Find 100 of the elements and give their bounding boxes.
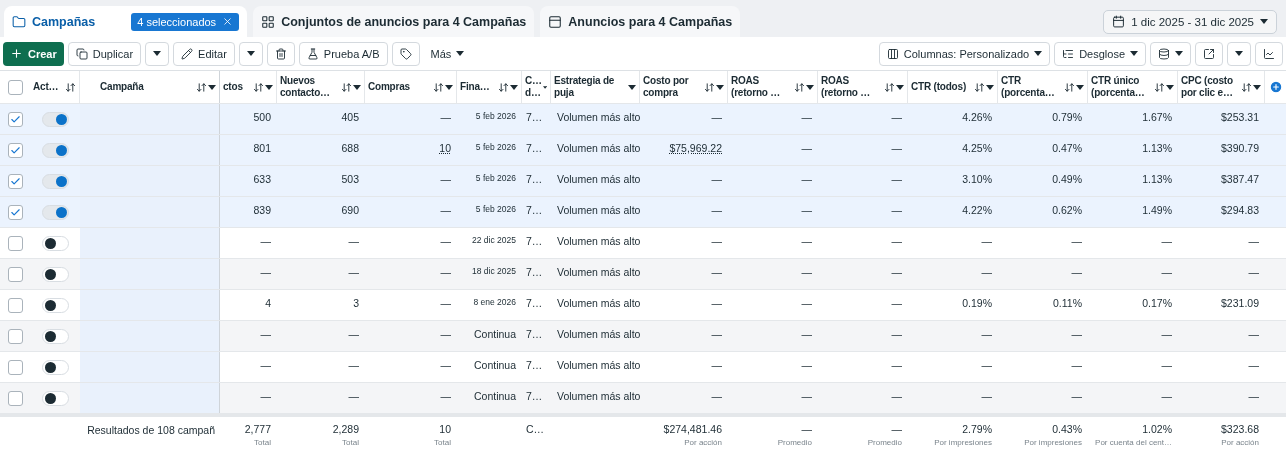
toggle-switch[interactable] [41, 235, 69, 251]
caret-icon[interactable] [896, 84, 904, 90]
table-cell: — [891, 390, 902, 402]
edit-button[interactable]: Editar [173, 41, 235, 66]
tab[interactable]: Conjuntos de anuncios para 4 Campañas [253, 6, 535, 37]
dropdown-button[interactable] [1227, 41, 1251, 66]
create-button[interactable]: Crear [3, 41, 64, 66]
caret-icon[interactable] [445, 84, 453, 90]
folder-icon [12, 14, 26, 29]
tab[interactable]: Campañas 4 seleccionados [4, 6, 248, 37]
sort-icon[interactable] [341, 81, 352, 93]
checkbox[interactable] [7, 204, 23, 220]
table-cell: 7… [526, 297, 543, 309]
table-cell: — [348, 390, 359, 402]
total-value: 0.43% [1052, 423, 1082, 435]
ab-test-button[interactable]: Prueba A/B [298, 41, 388, 66]
toggle-switch[interactable] [41, 111, 69, 127]
sort-icon[interactable] [704, 81, 715, 93]
caret-icon[interactable] [353, 84, 361, 90]
sort-icon[interactable] [884, 81, 895, 93]
checkbox[interactable] [7, 266, 23, 282]
database-button[interactable] [1150, 41, 1191, 66]
table-cell: — [981, 390, 992, 402]
table-cell: Volumen más alto [557, 235, 640, 247]
checkbox[interactable] [7, 111, 23, 127]
dropdown-button[interactable] [238, 41, 263, 66]
caret-icon[interactable] [1034, 51, 1043, 56]
caret-icon[interactable] [1175, 51, 1183, 56]
sort-icon[interactable] [253, 81, 264, 93]
table-cell: — [801, 204, 812, 216]
sort-icon[interactable] [498, 81, 509, 93]
sort-icon[interactable] [433, 81, 444, 93]
checkbox[interactable] [7, 235, 23, 251]
checkbox[interactable] [7, 359, 23, 375]
caret-icon[interactable] [1260, 19, 1268, 24]
toggle-switch[interactable] [41, 359, 69, 375]
table-cell: 1.13% [1142, 173, 1172, 185]
caret-icon[interactable] [510, 84, 518, 90]
column-label: Compras [368, 81, 411, 93]
caret-icon[interactable] [265, 84, 273, 90]
caret-icon[interactable] [456, 51, 465, 56]
caret-icon[interactable] [208, 84, 216, 90]
breakdown-button[interactable]: Desglose [1054, 41, 1146, 66]
caret-icon[interactable] [542, 84, 547, 90]
sort-icon[interactable] [1154, 81, 1165, 93]
caret-icon[interactable] [1166, 84, 1174, 90]
delete-button[interactable] [266, 41, 295, 66]
checkbox[interactable] [7, 173, 23, 189]
caret-icon[interactable] [1253, 84, 1261, 90]
table-cell: — [801, 142, 812, 154]
caret-icon[interactable] [1076, 84, 1084, 90]
sort-icon[interactable] [1241, 81, 1252, 93]
tab[interactable]: Anuncios para 4 Campañas [540, 6, 741, 37]
table-cell: — [440, 390, 451, 402]
table-cell: — [801, 173, 812, 185]
table-cell: — [711, 266, 722, 278]
toggle-switch[interactable] [41, 328, 69, 344]
toggle-switch[interactable] [41, 204, 69, 220]
checkbox[interactable] [7, 79, 23, 95]
grid-icon [261, 14, 276, 29]
table-cell: 690 [341, 204, 359, 216]
sort-icon[interactable] [1064, 81, 1075, 93]
checkbox[interactable] [7, 390, 23, 406]
checkbox[interactable] [7, 297, 23, 313]
caret-icon[interactable] [1235, 51, 1243, 56]
caret-icon[interactable] [716, 84, 724, 90]
checkbox[interactable] [7, 142, 23, 158]
chart-button[interactable] [1255, 41, 1283, 66]
table-cell: — [711, 235, 722, 247]
tag-button[interactable] [391, 41, 420, 66]
toggle-switch[interactable] [41, 142, 69, 158]
total-caption: Por acción [684, 438, 722, 447]
toggle-switch[interactable] [41, 390, 69, 406]
caret-icon[interactable] [986, 84, 994, 90]
toggle-switch[interactable] [41, 266, 69, 282]
checkbox[interactable] [7, 328, 23, 344]
table-cell: — [801, 266, 812, 278]
sort-icon[interactable] [794, 81, 805, 93]
table-cell: Volumen más alto [557, 142, 640, 154]
caret-icon[interactable] [628, 84, 636, 90]
add-column-icon[interactable] [1268, 80, 1283, 94]
toggle-switch[interactable] [41, 173, 69, 189]
value-link[interactable]: $75,969.22 [669, 142, 722, 154]
sort-icon[interactable] [65, 81, 76, 93]
caret-icon[interactable] [806, 84, 814, 90]
columns-button[interactable]: Columnas: Personalizado [878, 41, 1051, 66]
duplicate-button[interactable]: Duplicar [67, 41, 142, 66]
caret-icon[interactable] [1130, 51, 1138, 56]
sort-icon[interactable] [974, 81, 985, 93]
sort-icon[interactable] [196, 81, 207, 93]
caret-icon[interactable] [246, 51, 255, 56]
caret-icon[interactable] [153, 51, 162, 56]
total-value: 2.79% [962, 423, 992, 435]
toggle-switch[interactable] [41, 297, 69, 313]
value-link[interactable]: 10 [439, 142, 451, 154]
dropdown-button[interactable] [145, 41, 170, 66]
window-icon [548, 14, 563, 29]
date-range-button[interactable]: 1 dic 2025 - 31 dic 2025 [1103, 9, 1277, 34]
table-cell: 801 [253, 142, 271, 154]
export-button[interactable] [1195, 41, 1223, 66]
